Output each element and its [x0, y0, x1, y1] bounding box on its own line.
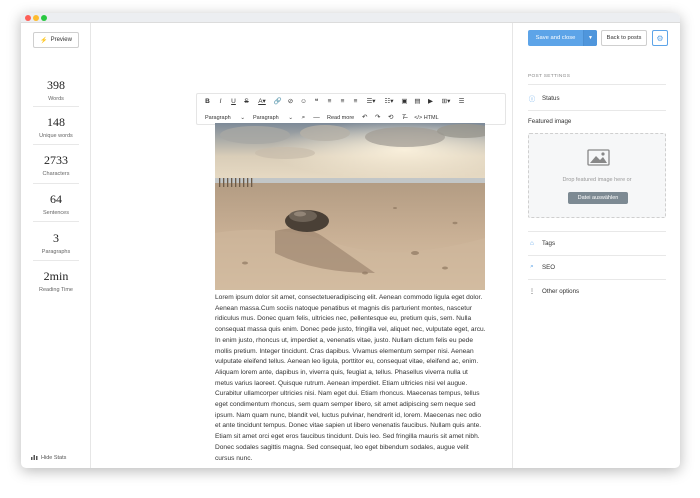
- divider: [528, 110, 666, 111]
- search-icon: ⌕: [530, 263, 534, 270]
- video-icon[interactable]: ▶: [424, 96, 437, 108]
- stat-value: 64: [50, 192, 62, 206]
- hide-stats-label: Hide Stats: [41, 455, 67, 461]
- more-icon[interactable]: ☰: [455, 96, 468, 108]
- settings-panel: Save and close ▼ Back to posts ⚙ POST SE…: [512, 23, 680, 468]
- table-icon[interactable]: ⊞▾: [437, 96, 455, 108]
- divider: [33, 221, 79, 222]
- article-body[interactable]: Lorem ipsum dolor sit amet, consectetuer…: [215, 293, 487, 464]
- align-left-icon[interactable]: ≡: [323, 96, 336, 108]
- chevron-down-icon[interactable]: ▼: [583, 30, 597, 46]
- align-center-icon[interactable]: ≡: [336, 96, 349, 108]
- divider: [528, 255, 666, 256]
- bold-icon[interactable]: B: [201, 96, 214, 108]
- divider: [528, 84, 666, 85]
- toolbar-row-formatting: B I U S A▾ 🔗 ⊘ ☺ ❝ ≡ ≡ ≡ ☰▾ ☷▾ ▣ ▤ ▶ ⊞▾ …: [197, 94, 505, 110]
- gear-icon[interactable]: ⚙: [652, 30, 668, 46]
- tags-section[interactable]: ⌂ Tags: [528, 236, 666, 250]
- stat-paragraphs: 3 Paragraphs: [33, 231, 79, 255]
- text-color-icon[interactable]: A▾: [253, 96, 271, 108]
- close-window-icon[interactable]: [25, 15, 31, 21]
- status-label: Status: [542, 94, 560, 102]
- back-to-posts-button[interactable]: Back to posts: [601, 30, 647, 46]
- italic-icon[interactable]: I: [214, 96, 227, 108]
- lightning-icon: ⚡: [40, 37, 48, 44]
- align-right-icon[interactable]: ≡: [349, 96, 362, 108]
- divider: [528, 231, 666, 232]
- image-icon[interactable]: ▣: [398, 96, 411, 108]
- choose-file-button[interactable]: Datei auswählen: [568, 192, 628, 204]
- divider: [33, 106, 79, 107]
- editor-toolbar: B I U S A▾ 🔗 ⊘ ☺ ❝ ≡ ≡ ≡ ☰▾ ☷▾ ▣ ▤ ▶ ⊞▾ …: [196, 93, 506, 125]
- stats-sidebar: ⚡ Preview 398 Words 148 Unique words 273…: [21, 23, 91, 468]
- numbered-list-icon[interactable]: ☷▾: [380, 96, 398, 108]
- html-label: HTML: [423, 115, 439, 121]
- stat-unique-words: 148 Unique words: [33, 115, 79, 139]
- stat-label: Characters: [42, 171, 70, 177]
- divider: [33, 260, 79, 261]
- stat-value: 3: [53, 231, 59, 245]
- stat-words: 398 Words: [33, 78, 79, 102]
- featured-image-dropzone[interactable]: Drop featured image here or Datei auswäh…: [528, 133, 666, 218]
- quote-icon[interactable]: ❝: [310, 96, 323, 108]
- featured-photo: [215, 123, 485, 290]
- stat-value: 2733: [44, 153, 68, 167]
- stat-value: 2min: [43, 269, 69, 283]
- stat-value: 148: [47, 115, 65, 129]
- bullet-list-icon[interactable]: ☰▾: [362, 96, 380, 108]
- hide-stats-button[interactable]: Hide Stats: [31, 454, 66, 462]
- emoji-icon[interactable]: ☺: [297, 96, 310, 108]
- bar-chart-icon: [31, 454, 38, 462]
- other-options-section[interactable]: ⋮ Other options: [528, 284, 666, 298]
- tags-label: Tags: [542, 239, 556, 247]
- preview-label: Preview: [50, 37, 72, 43]
- post-settings-heading: POST SETTINGS: [528, 74, 571, 79]
- minimize-window-icon[interactable]: [33, 15, 39, 21]
- maximize-window-icon[interactable]: [41, 15, 47, 21]
- featured-image-heading: Featured image: [528, 118, 572, 125]
- tag-icon: ⌂: [530, 239, 534, 247]
- seo-section[interactable]: ⌕ SEO: [528, 260, 666, 274]
- info-icon: ⓘ: [528, 96, 536, 103]
- underline-icon[interactable]: U: [227, 96, 240, 108]
- stat-sentences: 64 Sentences: [33, 192, 79, 216]
- other-options-label: Other options: [542, 287, 580, 295]
- seo-label: SEO: [542, 263, 556, 271]
- gallery-icon[interactable]: ▤: [411, 96, 424, 108]
- link-icon[interactable]: 🔗: [271, 96, 284, 108]
- preview-button[interactable]: ⚡ Preview: [33, 32, 79, 48]
- stat-reading-time: 2min Reading Time: [33, 269, 79, 293]
- unlink-icon[interactable]: ⊘: [284, 96, 297, 108]
- stat-label: Reading Time: [39, 287, 73, 293]
- divider: [528, 279, 666, 280]
- divider: [33, 144, 79, 145]
- status-section[interactable]: ⓘ Status: [528, 91, 666, 105]
- app-window: ⚡ Preview 398 Words 148 Unique words 273…: [21, 13, 680, 468]
- stat-label: Paragraphs: [41, 249, 71, 255]
- stat-value: 398: [47, 78, 65, 92]
- save-and-close-button[interactable]: Save and close ▼: [528, 30, 597, 46]
- stat-label: Unique words: [39, 133, 73, 139]
- save-label: Save and close: [535, 35, 576, 41]
- stat-label: Sentences: [43, 210, 69, 216]
- divider: [33, 183, 79, 184]
- image-placeholder-icon: [587, 149, 610, 166]
- stat-label: Words: [48, 96, 64, 102]
- more-vertical-icon: ⋮: [528, 288, 536, 295]
- title-bar: [21, 13, 680, 23]
- strikethrough-icon[interactable]: S: [240, 96, 253, 108]
- stat-characters: 2733 Characters: [33, 153, 79, 177]
- dropzone-text: Drop featured image here or: [562, 177, 632, 183]
